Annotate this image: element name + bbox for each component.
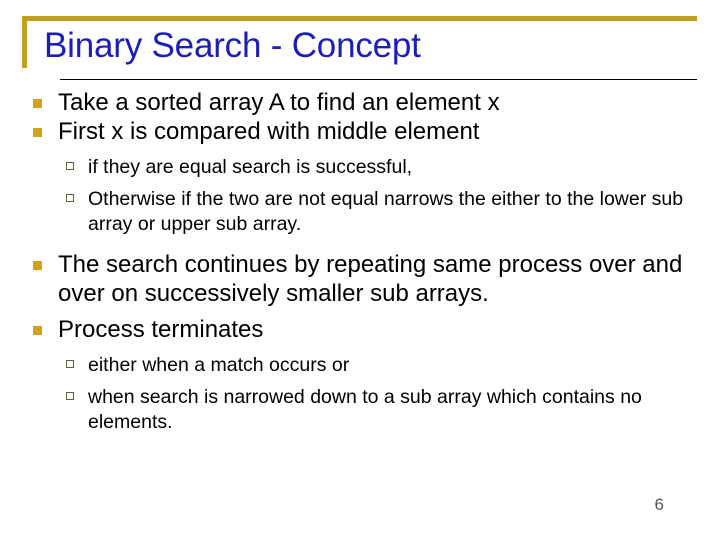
title-separator-rule (60, 79, 697, 80)
slide-body: Take a sorted array A to find an element… (0, 88, 720, 435)
list-item: The search continues by repeating same p… (0, 250, 720, 308)
list-item-text: The search continues by repeating same p… (58, 251, 683, 307)
hollow-square-bullet-icon (66, 392, 74, 400)
hollow-square-bullet-icon (66, 360, 74, 368)
hollow-square-bullet-icon (66, 194, 74, 202)
list-item: when search is narrowed down to a sub ar… (0, 385, 720, 435)
slide-canvas: Binary Search - Concept Take a sorted ar… (0, 0, 720, 540)
hollow-square-bullet-icon (66, 162, 74, 170)
list-item: Otherwise if the two are not equal narro… (0, 187, 720, 237)
filled-square-bullet-icon (33, 128, 42, 137)
list-item-text: if they are equal search is successful, (88, 156, 413, 178)
list-item-text: either when a match occurs or (88, 354, 350, 376)
list-item-text: when search is narrowed down to a sub ar… (88, 386, 642, 433)
filled-square-bullet-icon (33, 261, 42, 270)
list-item: First x is compared with middle element (0, 117, 720, 146)
page-title: Binary Search - Concept (44, 26, 421, 65)
list-item-text: First x is compared with middle element (58, 118, 480, 145)
list-item-text: Process terminates (58, 316, 264, 343)
list-item: if they are equal search is successful, (0, 155, 720, 180)
list-item-text: Otherwise if the two are not equal narro… (88, 188, 684, 235)
filled-square-bullet-icon (33, 326, 42, 335)
list-item: Take a sorted array A to find an element… (0, 88, 720, 117)
list-item-text: Take a sorted array A to find an element… (58, 89, 500, 116)
title-gold-left-rule (22, 16, 27, 68)
slide-number: 6 (654, 495, 664, 514)
list-item: either when a match occurs or (0, 353, 720, 378)
list-item: Process terminates (0, 315, 720, 344)
filled-square-bullet-icon (33, 99, 42, 108)
title-gold-top-rule (22, 16, 697, 21)
